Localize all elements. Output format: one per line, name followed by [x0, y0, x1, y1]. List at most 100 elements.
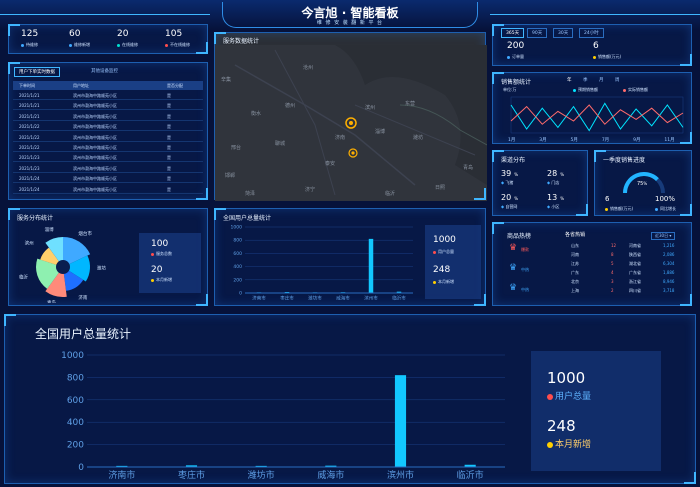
user-big-total: 1000 [547, 369, 586, 387]
user-big-total-legend: 用户总量 [547, 389, 591, 402]
table-row[interactable]: 2021/1/21 滨州市渤海中路顺苑小区 是 [13, 112, 203, 121]
line-x-tick: 3月 [539, 137, 546, 143]
table-row[interactable]: 2021/1/24 滨州市渤海中路顺苑小区 是 [13, 185, 203, 194]
trophy-icon: ♛ [509, 243, 518, 253]
table-cell: 是 [167, 176, 171, 182]
tab-line-period[interactable]: 年 [563, 76, 576, 84]
stat-label: 在线维修 [117, 42, 138, 48]
hot-province-count: 2 [611, 288, 614, 293]
hot-region-select[interactable]: 近30日 ▾ [651, 232, 676, 240]
table-cell: 滨州市渤海中路顺苑小区 [73, 113, 117, 119]
y-tick-label: 1000 [61, 351, 84, 361]
table-cell: 滨州市渤海中路顺苑小区 [73, 165, 117, 171]
map-city-label: 沧州 [303, 64, 313, 71]
table-cell: 2021/1/21 [19, 113, 40, 119]
map-title: 服务数据统计 [223, 38, 260, 45]
user-big-title: 全国用户总量统计 [35, 327, 132, 341]
hot-province-count: 3 [611, 279, 614, 284]
user-big-new: 248 [547, 417, 576, 435]
tab-other-devices[interactable]: 其他设备监控 [87, 67, 122, 75]
hot-rank-province: 广东省 [629, 270, 641, 275]
pie-label: 临沂 [19, 274, 28, 281]
table-row[interactable]: 2021/1/23 滨州市渤海中路顺苑小区 是 [13, 153, 203, 163]
line-x-tick: 5月 [571, 137, 578, 143]
stat-label-text: 不在线维修 [170, 42, 190, 47]
channel-label: ◆ 飞猪 [501, 180, 513, 186]
channel-value: 13% [547, 193, 564, 202]
tab-line-period[interactable]: 季 [579, 76, 592, 84]
table-cell: 2021/1/24 [19, 186, 40, 192]
service-new-legend: 本月新增 [151, 277, 172, 283]
user-big-new-legend: 本月新增 [547, 437, 591, 450]
y-tick-label: 800 [233, 238, 242, 244]
channel-value: 39% [501, 169, 518, 178]
user-small-title: 全国用户总量统计 [223, 215, 272, 222]
stat-label-text: 待维修 [26, 42, 38, 47]
hot-province-name: 上海 [571, 288, 579, 293]
channel-label: ◆ 门店 [547, 180, 559, 186]
tab-line-period[interactable]: 月 [595, 76, 608, 84]
map-marker-jinan-dot [349, 121, 353, 125]
x-tick-label: 潍坊市 [248, 469, 275, 481]
hot-province-name: 江苏 [571, 261, 579, 266]
x-tick-label: 枣庄市 [280, 295, 294, 302]
bar[interactable] [368, 238, 374, 293]
table-row[interactable]: 2021/1/22 滨州市渤海中路顺苑小区 是 [13, 133, 203, 142]
hot-tier-label: 爆款 [521, 247, 529, 252]
hot-province-count: 4 [611, 270, 614, 275]
user-big-chart[interactable]: 0 200 400 600 800 1000 济南市 枣庄市 潍坊市 威海市 滨州市 临沂市 [15, 347, 515, 483]
stat-label: 维修新增 [69, 42, 90, 48]
table-cell: 滨州市渤海中路顺苑小区 [73, 124, 117, 130]
stat-dot [69, 43, 72, 47]
table-cell: 是 [167, 155, 171, 161]
table-cell: 是 [167, 165, 171, 171]
y-tick-label: 400 [67, 418, 84, 428]
quarter-left-label: 销售额(万元) [605, 206, 633, 212]
x-tick-label: 临沂市 [392, 295, 406, 302]
table-row[interactable]: 2021/1/21 滨州市渤海中路顺苑小区 是 [13, 91, 203, 100]
channel-label: ◆ 自营网 [501, 204, 517, 210]
quarter-right-label: 同比增长 [655, 206, 676, 212]
user-small-total-legend: 用户总量 [433, 249, 454, 255]
service-total-value: 100 [151, 239, 169, 249]
hot-province-count: 8 [611, 252, 614, 257]
service-pie[interactable]: 烟台市潍坊济南青岛 临沂 滨州 淄博 [15, 225, 125, 303]
table-row[interactable]: 2021/1/24 滨州市渤海中路顺苑小区 是 [13, 174, 203, 184]
map-city-label: 聊城 [275, 140, 285, 147]
user-big-summary: 1000 用户总量 248 本月新增 [531, 351, 661, 471]
tab-period[interactable]: 30天 [553, 28, 574, 38]
bar[interactable] [394, 375, 407, 467]
y-tick-label: 600 [67, 396, 84, 406]
tab-line-period[interactable]: 周 [611, 76, 624, 84]
table-row[interactable]: 2021/1/23 滨州市渤海中路顺苑小区 是 [13, 164, 203, 173]
user-small-chart[interactable]: 0 200 400 600 800 1000 济南市 枣庄市 潍坊市 威海市 滨州市 临沂市 [219, 223, 419, 305]
pie-label: 济南 [78, 294, 87, 301]
table-row[interactable]: 2021/1/22 滨州市渤海中路顺苑小区 是 [13, 122, 203, 132]
channel-number: 39 [501, 169, 512, 178]
quarter-percent: 75% [637, 181, 648, 187]
tab-period[interactable]: 365天 [501, 28, 525, 38]
table-cell: 是 [167, 113, 171, 119]
map-city-label: 菏泽 [245, 190, 255, 197]
chevron-down-icon: ▾ [668, 233, 672, 238]
table-cell: 滨州市渤海中路顺苑小区 [73, 134, 117, 140]
tab-orders-realtime[interactable]: 用户下单实时数据 [14, 67, 60, 77]
hot-province-count: 5 [611, 261, 614, 266]
hot-rank-province: 浙江省 [629, 279, 641, 284]
service-dist-panel: 服务分布统计 烟台市潍坊济南青岛 临沂 滨州 淄博 100 服务总数 20 本月新增 [8, 208, 208, 306]
service-dist-summary: 100 服务总数 20 本月新增 [139, 233, 201, 293]
map-city-label: 日照 [435, 185, 445, 191]
table-row[interactable]: 2021/1/21 滨州市渤海中路顺苑小区 是 [13, 101, 203, 111]
tab-period[interactable]: 90天 [527, 28, 548, 38]
channel-number: 28 [547, 169, 558, 178]
service-total-legend: 服务总数 [151, 251, 172, 257]
map-canvas[interactable]: 沧州辛集德州衡水邢台 滨州 东营潍坊 济南 淄博泰安青岛临沂 日照 济宁菏泽 聊城邯郸 [215, 45, 487, 201]
table-cell: 是 [167, 124, 171, 130]
table-row[interactable]: 2021/1/22 滨州市渤海中路顺苑小区 是 [13, 143, 203, 152]
stat-dot [21, 43, 24, 47]
hot-rank-province: 陕西省 [629, 252, 641, 257]
tab-period[interactable]: 24小时 [579, 28, 604, 38]
hot-rank-province: 四川省 [629, 288, 641, 293]
sales-line-chart[interactable]: 1月 3月 5月 7月 9月 11月 [497, 93, 689, 143]
stat-value: 20 [117, 29, 129, 39]
